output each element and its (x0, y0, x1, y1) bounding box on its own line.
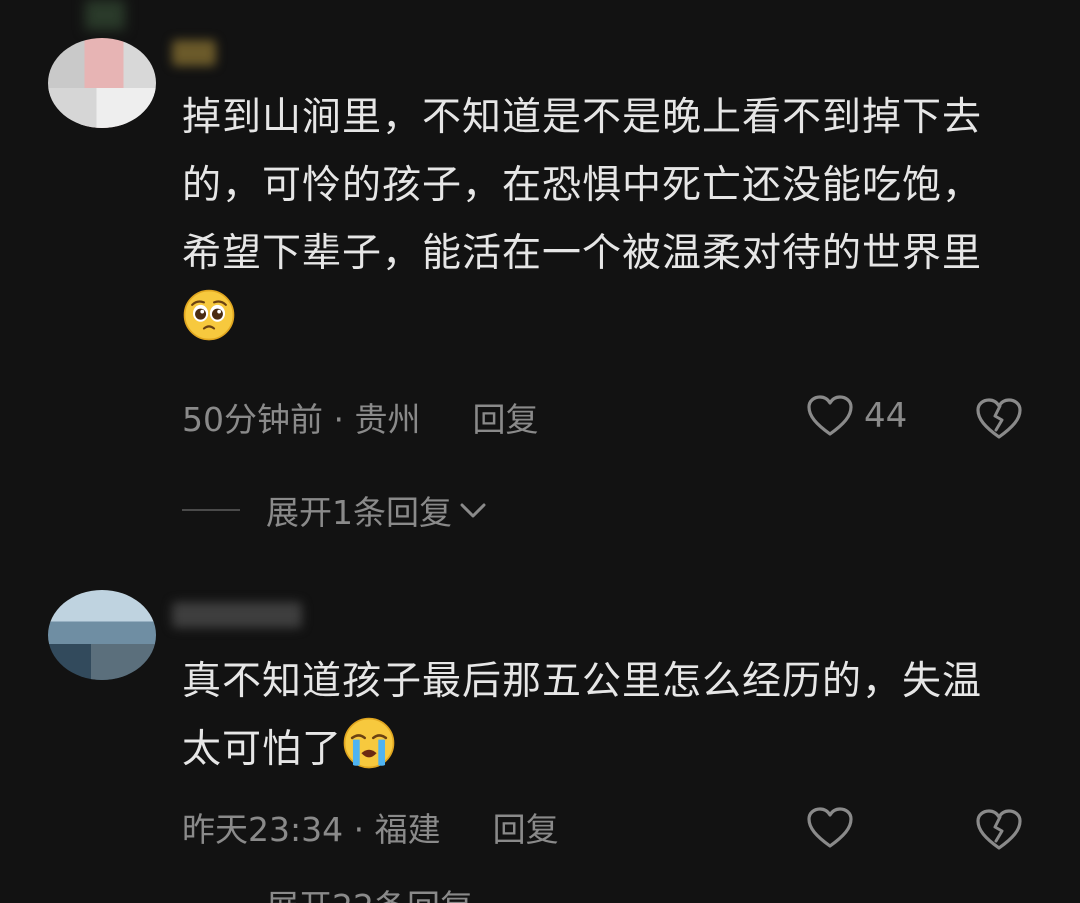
time-location: 50分钟前 · 贵州 (182, 400, 421, 439)
heart-icon (807, 395, 853, 436)
previous-comment-fragment (85, 0, 125, 30)
divider-line (182, 509, 240, 511)
chevron-down-icon (460, 503, 486, 518)
time-location: 昨天23:34 · 福建 (182, 810, 441, 849)
like-count: 44 (864, 396, 908, 436)
expand-replies-label: 展开22条回复 (266, 880, 473, 903)
heart-icon (807, 807, 853, 848)
comment-text: 真不知道孩子最后那五公里怎么经历的，失温太可怕了 (182, 659, 983, 772)
like-button[interactable] (806, 806, 854, 850)
expand-replies-button[interactable]: 展开1条回复 (182, 486, 488, 534)
comment-text: 掉到山涧里，不知道是不是晚上看不到掉下去的，可怜的孩子，在恐惧中死亡还没能吃饱，… (182, 84, 1012, 356)
broken-heart-icon[interactable] (975, 808, 1023, 852)
username-redacted (172, 40, 216, 66)
comment-meta: 昨天23:34 · 福建 回复 (182, 808, 559, 852)
avatar[interactable] (48, 590, 156, 680)
username-redacted (172, 602, 302, 628)
reply-button[interactable]: 回复 (493, 808, 559, 852)
expand-replies-label: 展开1条回复 (266, 493, 452, 532)
loudly-crying-face-icon (343, 717, 395, 769)
comment-list: 掉到山涧里，不知道是不是晚上看不到掉下去的，可怜的孩子，在恐惧中死亡还没能吃饱，… (0, 0, 1080, 903)
pleading-face-icon (183, 289, 235, 341)
broken-heart-icon[interactable] (975, 397, 1023, 441)
like-button[interactable]: 44 (806, 394, 907, 438)
avatar[interactable] (48, 38, 156, 128)
comment-meta: 50分钟前 · 贵州 回复 (182, 398, 538, 442)
expand-replies-button[interactable]: 展开22条回复 (182, 880, 473, 903)
reply-button[interactable]: 回复 (472, 398, 538, 442)
